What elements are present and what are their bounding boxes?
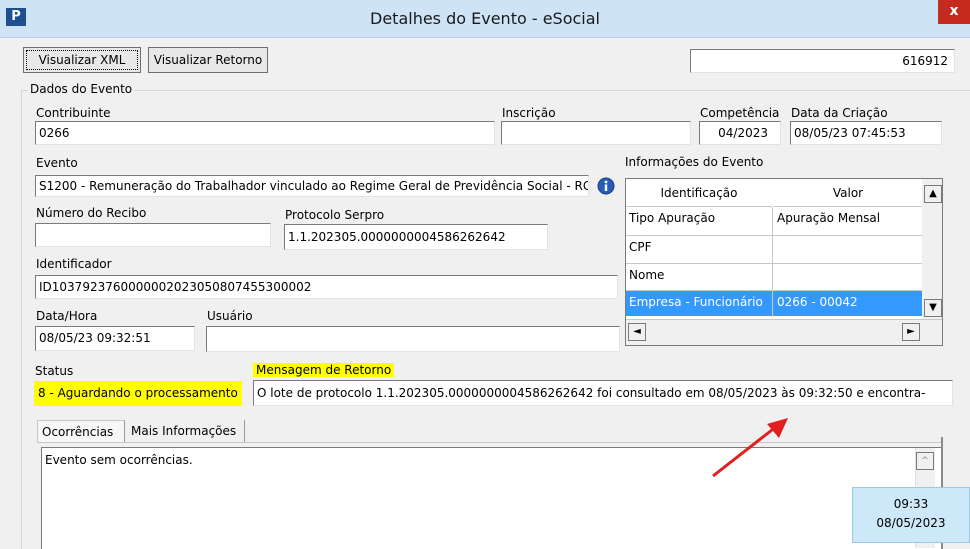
tab-ocorrencias[interactable]: Ocorrências bbox=[37, 420, 125, 442]
close-button[interactable]: x bbox=[938, 0, 970, 24]
grid-cell-valor[interactable] bbox=[774, 264, 922, 292]
inscricao-label: Inscrição bbox=[502, 106, 556, 120]
protocolo-serpro-label: Protocolo Serpro bbox=[285, 208, 385, 222]
competencia-field[interactable]: 04/2023 bbox=[699, 121, 781, 145]
numero-recibo-label: Número do Recibo bbox=[36, 206, 147, 220]
grid-cell-id[interactable]: Nome bbox=[626, 264, 772, 292]
scroll-right-icon[interactable]: ► bbox=[902, 323, 920, 341]
evento-label: Evento bbox=[36, 156, 78, 170]
mensagem-retorno-label: Mensagem de Retorno bbox=[253, 363, 395, 377]
window-title: Detalhes do Evento - eSocial bbox=[370, 9, 600, 28]
identificador-field[interactable]: ID1037923760000002023050807455300002 bbox=[35, 275, 618, 299]
grid-column-divider bbox=[772, 207, 773, 317]
status-label: Status bbox=[35, 364, 74, 378]
inscricao-field[interactable] bbox=[501, 121, 691, 145]
data-criacao-label: Data da Criação bbox=[791, 106, 888, 120]
clock-date: 08/05/2023 bbox=[876, 516, 946, 530]
grid-cell-valor[interactable]: Apuração Mensal bbox=[774, 207, 922, 235]
usuario-label: Usuário bbox=[207, 309, 253, 323]
grid-header-identificacao[interactable]: Identificação bbox=[626, 179, 772, 207]
info-evento-label: Informações do Evento bbox=[625, 155, 764, 169]
info-evento-grid[interactable]: Identificação Valor Tipo Apuração Apuraç… bbox=[625, 178, 943, 346]
scroll-up-icon[interactable]: ▲ bbox=[924, 185, 942, 203]
grid-cell-id[interactable]: Tipo Apuração bbox=[626, 207, 772, 235]
data-hora-label: Data/Hora bbox=[36, 309, 98, 323]
event-id-field: 616912 bbox=[690, 49, 955, 73]
grid-cell-id[interactable]: Empresa - Funcionário bbox=[626, 291, 772, 316]
visualizar-retorno-button[interactable]: Visualizar Retorno bbox=[148, 47, 268, 73]
info-icon[interactable] bbox=[597, 177, 615, 198]
annotation-arrow-icon bbox=[705, 410, 800, 488]
ocorrencias-text: Evento sem ocorrências. bbox=[45, 453, 193, 467]
numero-recibo-field[interactable] bbox=[35, 223, 271, 247]
ocorrencias-textarea[interactable]: Evento sem ocorrências. ^ bbox=[41, 447, 942, 549]
grid-cell-valor[interactable]: 0266 - 00042 bbox=[774, 291, 922, 316]
taskbar-clock[interactable]: 09:33 08/05/2023 bbox=[852, 487, 970, 543]
status-field[interactable]: 8 - Aguardando o processamento bbox=[34, 381, 242, 406]
group-title: Dados do Evento bbox=[28, 82, 135, 96]
contribuinte-label: Contribuinte bbox=[36, 106, 111, 120]
data-criacao-field[interactable]: 08/05/23 07:45:53 bbox=[790, 121, 942, 145]
scroll-left-icon[interactable]: ◄ bbox=[628, 323, 646, 341]
grid-cell-valor[interactable] bbox=[774, 236, 922, 264]
mensagem-retorno-field[interactable]: O lote de protocolo 1.1.202305.000000000… bbox=[253, 380, 953, 406]
scroll-down-icon[interactable]: ▼ bbox=[924, 299, 942, 317]
evento-field[interactable]: S1200 - Remuneração do Trabalhador vincu… bbox=[35, 175, 589, 197]
identificador-label: Identificador bbox=[36, 257, 112, 271]
visualizar-xml-button[interactable]: Visualizar XML bbox=[23, 47, 141, 73]
data-hora-field[interactable]: 08/05/23 09:32:51 bbox=[35, 326, 195, 351]
contribuinte-field[interactable]: 0266 bbox=[35, 121, 495, 145]
protocolo-serpro-field[interactable]: 1.1.202305.0000000004586262642 bbox=[284, 224, 548, 250]
scroll-up-icon[interactable]: ^ bbox=[916, 452, 934, 470]
tab-panel-border bbox=[37, 442, 942, 443]
usuario-field[interactable] bbox=[206, 326, 620, 352]
clock-time: 09:33 bbox=[893, 497, 929, 511]
competencia-label: Competência bbox=[700, 106, 780, 120]
tab-mais-informacoes[interactable]: Mais Informações bbox=[127, 420, 245, 442]
grid-hscroll-track[interactable] bbox=[626, 319, 942, 345]
grid-header-valor[interactable]: Valor bbox=[774, 179, 922, 207]
grid-cell-id[interactable]: CPF bbox=[626, 236, 772, 264]
